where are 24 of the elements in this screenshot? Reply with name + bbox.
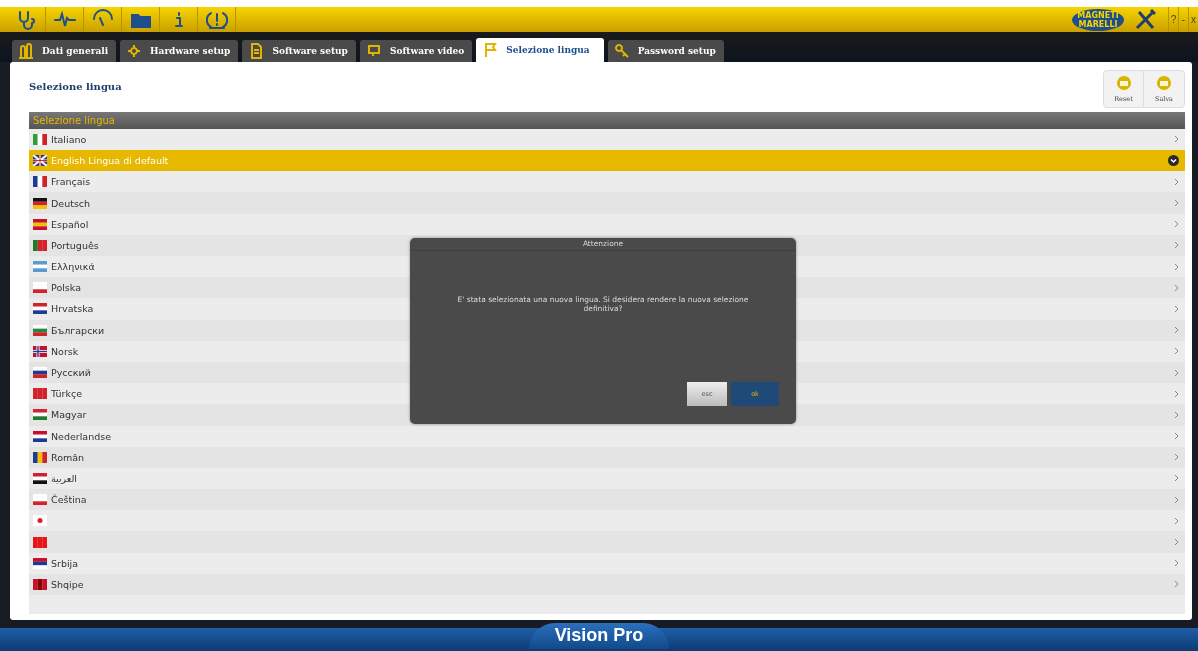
list-header: Selezione lingua (29, 111, 1185, 129)
language-name: Hrvatska (51, 303, 94, 315)
language-name: Shqipe (51, 578, 84, 590)
brand-logo: MAGNETI MARELLI (1072, 8, 1124, 31)
language-name: Magyar (51, 409, 87, 421)
language-name: Srbija (51, 557, 79, 569)
language-name: Italiano (51, 133, 87, 145)
language-name: العربية (51, 472, 77, 484)
language-name: Français (51, 176, 91, 188)
page-title: Selezione lingua (29, 81, 123, 93)
language-name: Español (51, 218, 89, 230)
language-name: English Lingua di default (51, 155, 169, 167)
language-name: Türkçe (51, 388, 82, 400)
language-name: Nederlandse (51, 430, 112, 442)
language-name: Русский (51, 367, 91, 379)
language-name: Român (51, 451, 85, 463)
language-name: Ελληνικά (51, 261, 95, 273)
language-name: Čeština (51, 494, 87, 506)
language-name: Polska (51, 282, 81, 294)
language-name: Български (51, 324, 105, 336)
language-name: Português (51, 239, 99, 251)
language-name: Norsk (51, 345, 79, 357)
footer-title: Vision Pro (528, 623, 670, 649)
language-name: Deutsch (51, 197, 91, 209)
